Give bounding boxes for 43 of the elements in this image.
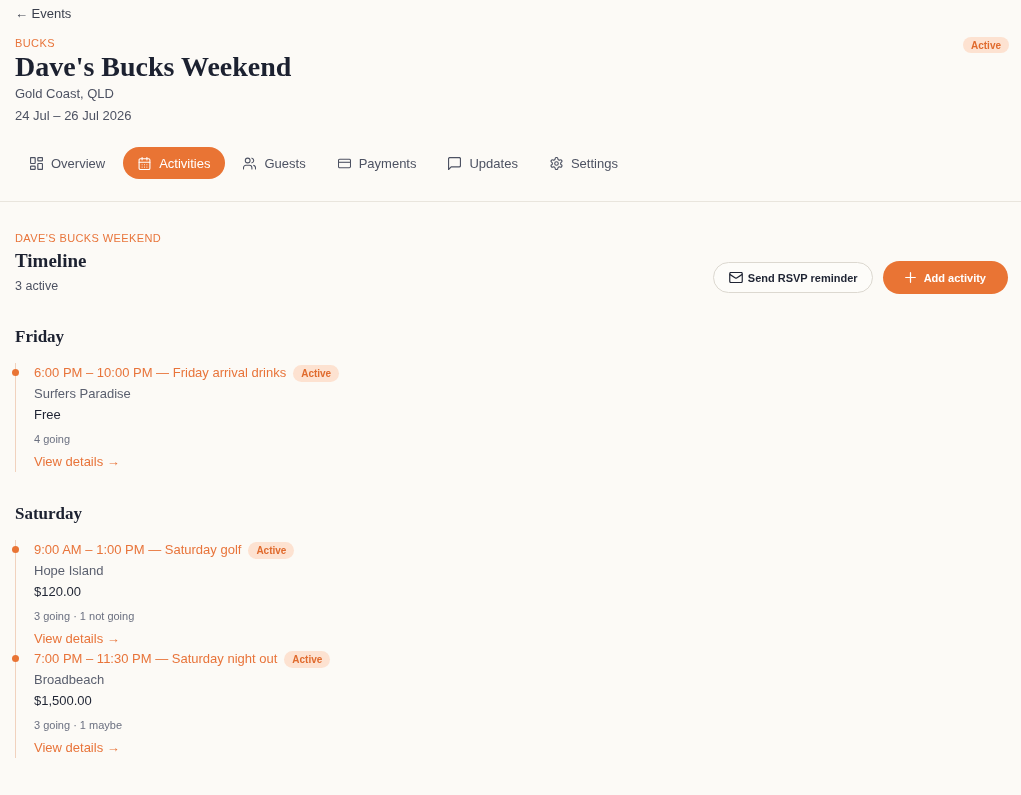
section-title: Timeline <box>15 249 88 273</box>
event-category: BUCKS <box>15 36 56 51</box>
send-reminder-button[interactable]: Send RSVP reminder <box>712 262 873 293</box>
calendar-icon <box>138 156 152 170</box>
chat-bubble-icon <box>448 156 462 170</box>
back-link[interactable]: ← Events <box>15 5 72 23</box>
mail-icon <box>728 272 743 283</box>
activity-title: 9:00 AM – 1:00 PM — Saturday golf <box>34 541 242 559</box>
section-eyebrow: DAVE'S BUCKS WEEKEND <box>15 231 162 246</box>
plus-icon <box>904 272 916 283</box>
activity-title: 7:00 PM – 11:30 PM — Saturday night out <box>34 650 278 668</box>
attendance-summary: 3 going · 1 maybe <box>34 718 124 733</box>
activity-location: Surfers Paradise <box>34 385 132 403</box>
tab[interactable]: Payments <box>323 147 431 179</box>
users-icon <box>243 156 257 170</box>
settings-icon <box>549 156 563 170</box>
status-badge: Active <box>963 37 1009 53</box>
tab[interactable]: Overview <box>16 147 120 179</box>
activity-location: Broadbeach <box>34 671 106 689</box>
status-badge: Active <box>293 364 340 382</box>
credit-card-icon <box>337 156 351 170</box>
dashboard-icon <box>30 156 43 170</box>
event-location: Gold Coast, QLD <box>15 85 115 103</box>
tab[interactable]: Guests <box>229 147 320 179</box>
timeline-dot-icon <box>12 655 19 662</box>
event-title: Dave's Bucks Weekend <box>15 51 292 83</box>
attendance-summary: 3 going · 1 not going <box>34 609 136 624</box>
timeline-dot-icon <box>12 546 19 553</box>
day-heading: Friday <box>15 326 66 348</box>
active-count: 3 active <box>15 278 60 295</box>
event-dates: 24 Jul – 26 Jul 2026 <box>15 107 133 125</box>
status-badge: Active <box>284 650 331 668</box>
activity-price: Free <box>34 406 62 424</box>
activity-title: 6:00 PM – 10:00 PM — Friday arrival drinks <box>34 364 287 382</box>
tab[interactable]: Settings <box>535 147 632 179</box>
activity-price: $120.00 <box>34 583 82 601</box>
tab[interactable]: Updates <box>434 147 532 179</box>
activity-price: $1,500.00 <box>34 692 93 710</box>
attendance-summary: 4 going <box>34 432 72 447</box>
day-heading: Saturday <box>15 503 84 525</box>
timeline-dot-icon <box>12 369 19 376</box>
activity-location: Hope Island <box>34 562 105 580</box>
status-badge: Active <box>248 541 295 559</box>
